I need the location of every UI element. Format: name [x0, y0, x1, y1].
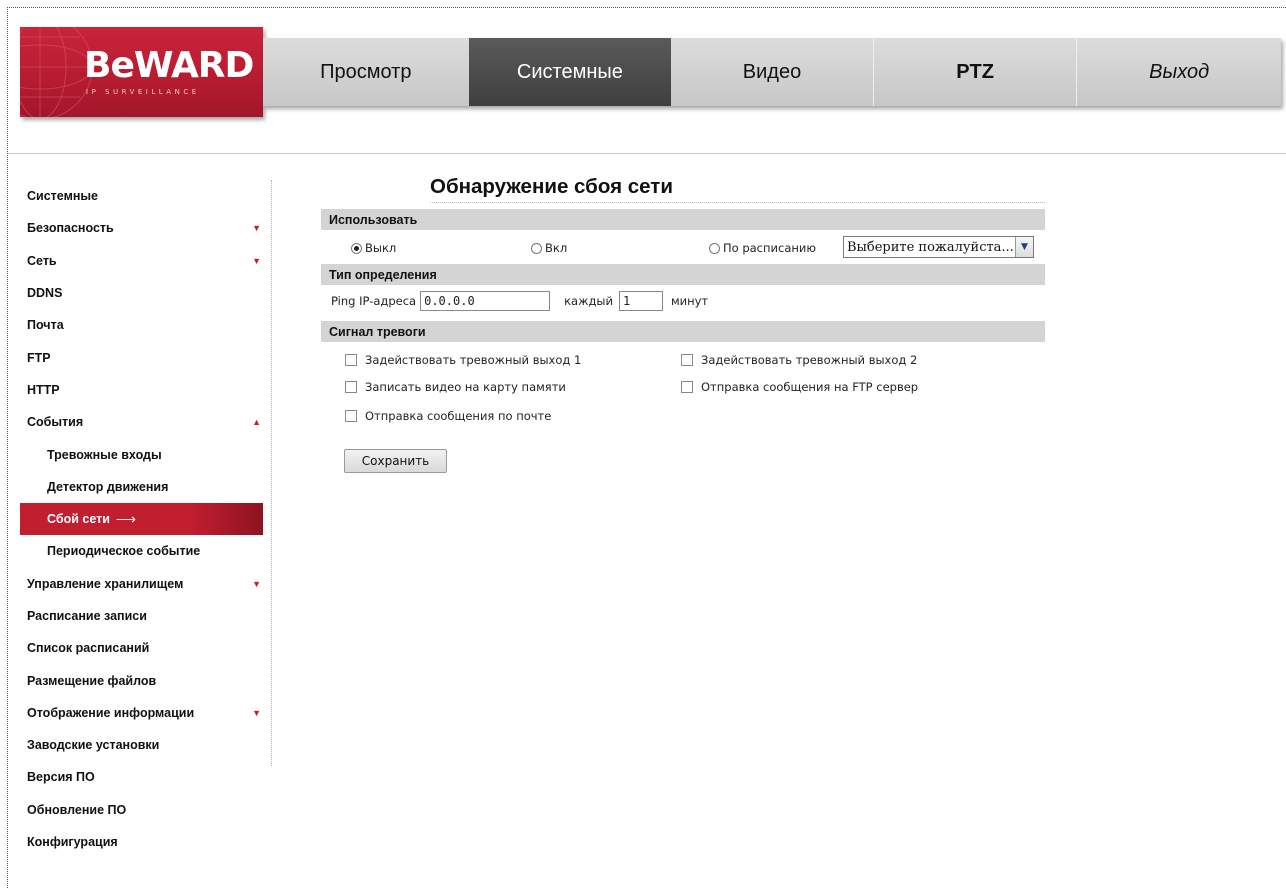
- ping-row: Ping IP-адреса 0.0.0.0 каждый 1 минут: [331, 290, 708, 312]
- sidebar-item-label: Обновление ПО: [27, 802, 127, 817]
- radio-on[interactable]: [531, 242, 542, 254]
- sidebar-item-firmware-update[interactable]: Обновление ПО: [20, 794, 263, 826]
- sidebar-item-ftp[interactable]: FTP: [20, 341, 263, 373]
- triangle-down-icon: ▼: [252, 578, 261, 589]
- sidebar-item-label: Размещение файлов: [27, 673, 157, 688]
- section-header-detection: Тип определения: [321, 264, 1045, 285]
- sidebar-item-security[interactable]: Безопасность ▼: [20, 212, 263, 244]
- alarm-output-2-label: Задействовать тревожный выход 2: [701, 353, 918, 367]
- alarm-output-1-option[interactable]: Задействовать тревожный выход 1: [345, 353, 581, 367]
- sidebar-item-configuration[interactable]: Конфигурация: [20, 826, 263, 858]
- alarm-output-1-label: Задействовать тревожный выход 1: [365, 353, 582, 367]
- sidebar-item-label: Конфигурация: [27, 835, 118, 850]
- tab-logout[interactable]: Выход: [1076, 38, 1281, 106]
- title-divider: [430, 202, 1045, 203]
- header: BeWARD IP SURVEILLANCE Просмотр Системны…: [0, 0, 1286, 155]
- mail-message-label: Отправка сообщения по почте: [365, 409, 552, 423]
- alarm-output-2-checkbox[interactable]: [681, 354, 693, 366]
- sidebar-item-label: Почта: [27, 318, 64, 333]
- sidebar-item-system[interactable]: Системные: [20, 180, 263, 212]
- brand-logo[interactable]: BeWARD IP SURVEILLANCE: [20, 27, 263, 117]
- radio-off-option[interactable]: Выкл: [351, 241, 396, 255]
- tab-ptz[interactable]: PTZ: [872, 38, 1077, 106]
- ping-ip-input[interactable]: 0.0.0.0: [420, 291, 551, 311]
- sidebar-item-network[interactable]: Сеть ▼: [20, 245, 263, 277]
- mail-message-checkbox[interactable]: [345, 410, 357, 422]
- sidebar-item-http[interactable]: HTTP: [20, 374, 263, 406]
- ftp-message-label: Отправка сообщения на FTP сервер: [701, 380, 919, 394]
- ftp-message-option[interactable]: Отправка сообщения на FTP сервер: [681, 380, 918, 394]
- triangle-down-icon: ▼: [252, 255, 261, 266]
- tab-video[interactable]: Видео: [671, 38, 873, 106]
- sidebar-item-label: Периодическое событие: [47, 544, 201, 559]
- ping-label: Ping IP-адреса: [331, 294, 417, 308]
- sidebar-item-label: DDNS: [27, 286, 63, 301]
- sidebar-item-mail[interactable]: Почта: [20, 309, 263, 341]
- sidebar-item-label: Безопасность: [27, 221, 114, 236]
- minutes-label: минут: [670, 294, 709, 308]
- sidebar-item-info-display[interactable]: Отображение информации ▼: [20, 697, 263, 729]
- page-title: Обнаружение сбоя сети: [430, 175, 673, 198]
- logo-subtitle: IP SURVEILLANCE: [86, 88, 200, 96]
- sidebar-item-network-failure[interactable]: Сбой сети ⟶: [20, 502, 263, 536]
- section-header-alarm: Сигнал тревоги: [321, 321, 1045, 342]
- sidebar-item-alarm-inputs[interactable]: Тревожные входы: [20, 438, 263, 470]
- sidebar-item-label: Сбой сети: [47, 512, 110, 527]
- radio-schedule-option[interactable]: По расписанию: [709, 241, 816, 255]
- record-sd-checkbox[interactable]: [345, 381, 357, 393]
- sidebar-item-label: Тревожные входы: [47, 447, 162, 462]
- header-divider: [8, 153, 1286, 154]
- sidebar-item-label: Расписание записи: [27, 609, 147, 623]
- sidebar-item-ddns[interactable]: DDNS: [20, 277, 263, 309]
- schedule-select-value: Выберите пожалуйста...: [847, 239, 1014, 255]
- sidebar-item-file-location[interactable]: Размещение файлов: [20, 664, 263, 696]
- sidebar: Системные Безопасность ▼ Сеть ▼ DDNS Почта…: [20, 180, 275, 858]
- triangle-down-icon: ▼: [252, 223, 261, 234]
- mail-message-option[interactable]: Отправка сообщения по почте: [345, 409, 551, 423]
- section-header-use: Использовать: [321, 209, 1045, 230]
- record-sd-label: Записать видео на карту памяти: [365, 380, 566, 394]
- ftp-message-checkbox[interactable]: [681, 381, 693, 393]
- tab-view[interactable]: Просмотр: [263, 38, 469, 106]
- sidebar-item-label: Детектор движения: [47, 479, 169, 494]
- tab-system[interactable]: Системные: [468, 38, 672, 106]
- alarm-output-1-checkbox[interactable]: [345, 354, 357, 366]
- sidebar-item-events[interactable]: События ▲: [20, 406, 263, 438]
- sidebar-item-label: Список расписаний: [27, 641, 150, 656]
- radio-on-option[interactable]: Вкл: [531, 241, 567, 255]
- record-sd-option[interactable]: Записать видео на карту памяти: [345, 380, 566, 394]
- sidebar-item-record-schedule[interactable]: Расписание записи: [20, 600, 263, 632]
- sidebar-item-label: События: [27, 415, 84, 430]
- sidebar-item-label: Системные: [27, 189, 98, 204]
- radio-on-label: Вкл: [545, 241, 568, 255]
- radio-off-label: Выкл: [365, 241, 397, 255]
- triangle-up-icon: ▲: [252, 417, 261, 428]
- top-navigation: Просмотр Системные Видео PTZ Выход: [263, 38, 1281, 106]
- interval-input[interactable]: 1: [618, 291, 663, 311]
- sidebar-item-factory-defaults[interactable]: Заводские установки: [20, 729, 263, 761]
- logo-text: BeWARD: [84, 45, 254, 86]
- arrow-right-icon: ⟶: [115, 510, 136, 527]
- alarm-output-2-option[interactable]: Задействовать тревожный выход 2: [681, 353, 917, 367]
- radio-schedule-label: По расписанию: [723, 241, 817, 255]
- sidebar-item-label: Заводские установки: [27, 738, 160, 753]
- sidebar-item-periodic-event[interactable]: Периодическое событие: [20, 535, 263, 567]
- sidebar-item-motion-detection[interactable]: Детектор движения: [20, 471, 263, 503]
- sidebar-item-storage[interactable]: Управление хранилищем ▼: [20, 568, 263, 600]
- sidebar-item-label: Версия ПО: [27, 770, 95, 785]
- triangle-down-icon: ▼: [252, 707, 261, 718]
- schedule-select[interactable]: Выберите пожалуйста... ▼: [843, 236, 1034, 258]
- sidebar-item-label: FTP: [27, 350, 51, 365]
- every-label: каждый: [564, 294, 613, 308]
- sidebar-item-firmware-version[interactable]: Версия ПО: [20, 761, 263, 793]
- sidebar-item-label: Отображение информации: [27, 705, 195, 720]
- sidebar-item-label: Сеть: [27, 253, 57, 268]
- radio-schedule[interactable]: [709, 242, 720, 254]
- sidebar-item-label: HTTP: [27, 382, 60, 397]
- sidebar-item-label: Управление хранилищем: [27, 576, 184, 591]
- radio-off[interactable]: [351, 242, 362, 254]
- sidebar-item-schedule-list[interactable]: Список расписаний: [20, 632, 263, 664]
- chevron-down-icon[interactable]: ▼: [1015, 237, 1033, 257]
- save-button[interactable]: Сохранить: [344, 449, 447, 473]
